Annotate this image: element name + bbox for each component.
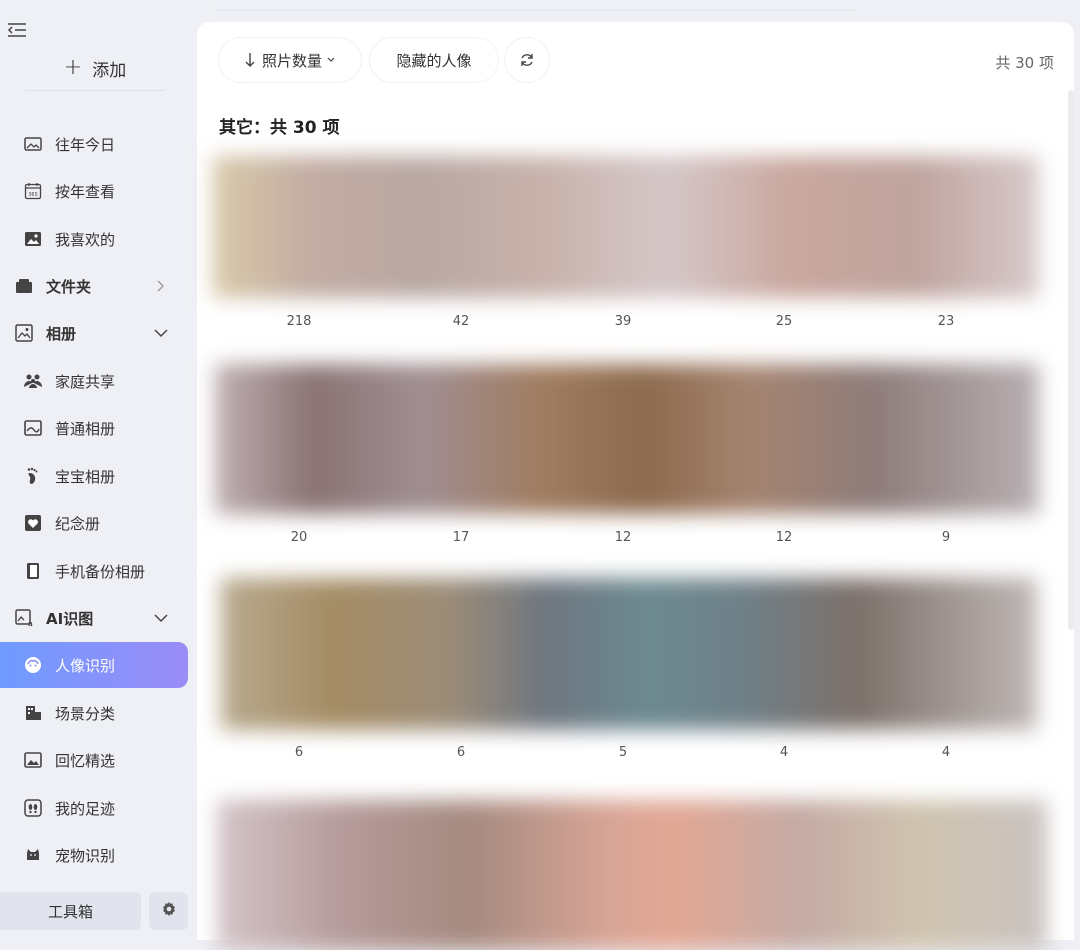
sidebar-item-label: 手机备份相册 — [55, 562, 146, 581]
image-icon — [23, 229, 43, 249]
sidebar-item-scene[interactable]: 场景分类 — [0, 690, 188, 736]
section-title: 其它：共 30 项 — [219, 118, 340, 138]
face-photo-count: 5 — [618, 745, 628, 760]
chevron-down-icon — [154, 608, 168, 628]
sidebar-item-label: 我喜欢的 — [55, 230, 116, 249]
face-photo-count: 4 — [941, 745, 951, 760]
sidebar-item-memorial[interactable]: 纪念册 — [0, 500, 188, 546]
sidebar-item-label: 家庭共享 — [55, 372, 116, 391]
sort-label: 照片数量 — [261, 51, 322, 70]
footprint-icon — [23, 466, 43, 486]
plus-icon: + — [63, 55, 83, 80]
refresh-button[interactable] — [505, 38, 549, 82]
sidebar-item-label: AI识图 — [46, 609, 94, 628]
settings-button[interactable] — [149, 892, 188, 930]
face-photo-count: 25 — [775, 314, 793, 329]
hidden-portraits-button[interactable]: 隐藏的人像 — [370, 38, 498, 82]
sidebar-item-label: 纪念册 — [55, 514, 101, 533]
sidebar-item-by-year[interactable]: 365 按年查看 — [0, 168, 188, 214]
sidebar-item-label: 场景分类 — [55, 704, 116, 723]
sidebar-item-on-this-day[interactable]: 往年今日 — [0, 121, 188, 167]
sidebar-item-label: 宠物识别 — [55, 846, 116, 865]
face-photo-count: 9 — [941, 530, 951, 545]
face-photo-count: 12 — [614, 530, 632, 545]
chevron-down-icon — [326, 56, 336, 64]
svg-text:365: 365 — [28, 192, 38, 198]
footsteps-icon — [23, 798, 43, 818]
face-photo-count: 17 — [452, 530, 470, 545]
heart-icon — [23, 513, 43, 533]
sidebar-item-family-share[interactable]: 家庭共享 — [0, 358, 188, 404]
phone-icon — [23, 561, 43, 581]
sidebar-item-favorites[interactable]: 我喜欢的 — [0, 216, 188, 262]
sidebar-item-label: 相册 — [46, 324, 77, 343]
folder-icon — [14, 276, 34, 296]
top-search-bar — [210, 0, 860, 11]
family-icon — [23, 371, 43, 391]
face-photo-count: 39 — [614, 314, 632, 329]
sidebar: + 添加 往年今日 365 按年查看 我喜欢的 文件夹 相册 家庭共享 普通相册… — [0, 0, 197, 940]
face-thumbnails-row-4[interactable] — [217, 800, 1047, 950]
sidebar-item-baby-album[interactable]: 宝宝相册 — [0, 453, 188, 499]
chevron-down-icon — [154, 323, 168, 343]
face-photo-count: 42 — [452, 314, 470, 329]
calendar-icon: 365 — [23, 181, 43, 201]
face-thumbnails-row-1[interactable] — [213, 156, 1039, 298]
total-count: 共 30 项 — [995, 54, 1054, 72]
add-button[interactable]: + 添加 — [25, 46, 165, 91]
chevron-right-icon — [154, 276, 168, 296]
sidebar-item-memories[interactable]: 回忆精选 — [0, 737, 188, 783]
sidebar-item-pets[interactable]: 宠物识别 — [0, 832, 188, 878]
arrow-down-icon — [244, 52, 256, 68]
sidebar-item-folders[interactable]: 文件夹 — [0, 263, 188, 309]
face-thumbnails-row-3[interactable] — [221, 578, 1037, 730]
collapse-sidebar-icon[interactable] — [6, 20, 28, 40]
face-photo-count: 6 — [294, 745, 304, 760]
toolbox-button[interactable]: 工具箱 — [0, 892, 141, 930]
main-panel: 照片数量 隐藏的人像 共 30 项 其它：共 30 项 218 42 39 25… — [197, 22, 1074, 950]
face-photo-count: 23 — [937, 314, 955, 329]
pet-icon — [23, 845, 43, 865]
sidebar-item-label: 我的足迹 — [55, 799, 116, 818]
face-photo-count: 218 — [286, 314, 312, 329]
album-normal-icon — [23, 418, 43, 438]
sidebar-item-label: 人像识别 — [55, 656, 116, 675]
ai-image-icon: ai — [14, 608, 34, 628]
sidebar-item-label: 普通相册 — [55, 419, 116, 438]
sidebar-item-label: 文件夹 — [46, 277, 92, 296]
sidebar-item-face-recognition[interactable]: 人像识别 — [0, 642, 188, 688]
scrollbar[interactable] — [1068, 90, 1074, 630]
face-photo-count: 6 — [456, 745, 466, 760]
face-thumbnails-row-2[interactable] — [215, 364, 1039, 514]
sidebar-item-footprints[interactable]: 我的足迹 — [0, 785, 188, 831]
face-photo-count: 12 — [775, 530, 793, 545]
sort-by-count-button[interactable]: 照片数量 — [219, 38, 361, 82]
svg-text:ai: ai — [28, 620, 33, 627]
add-label: 添加 — [92, 60, 127, 81]
gear-icon — [161, 901, 177, 921]
toolbox-label: 工具箱 — [47, 902, 93, 921]
refresh-icon — [519, 52, 535, 68]
memory-icon — [23, 750, 43, 770]
sidebar-item-label: 宝宝相册 — [55, 467, 116, 486]
sidebar-item-label: 往年今日 — [55, 135, 116, 154]
sidebar-item-label: 按年查看 — [55, 182, 116, 201]
photo-icon — [23, 134, 43, 154]
face-photo-count: 20 — [290, 530, 308, 545]
face-photo-count: 4 — [779, 745, 789, 760]
sidebar-item-label: 回忆精选 — [55, 751, 116, 770]
sidebar-item-ai-recognition[interactable]: ai AI识图 — [0, 595, 188, 641]
hidden-label: 隐藏的人像 — [396, 51, 472, 70]
sidebar-item-normal-album[interactable]: 普通相册 — [0, 405, 188, 451]
face-icon — [23, 655, 43, 675]
sidebar-item-phone-backup[interactable]: 手机备份相册 — [0, 548, 188, 594]
scene-icon — [23, 703, 43, 723]
album-icon — [14, 323, 34, 343]
sidebar-item-albums[interactable]: 相册 — [0, 310, 188, 356]
